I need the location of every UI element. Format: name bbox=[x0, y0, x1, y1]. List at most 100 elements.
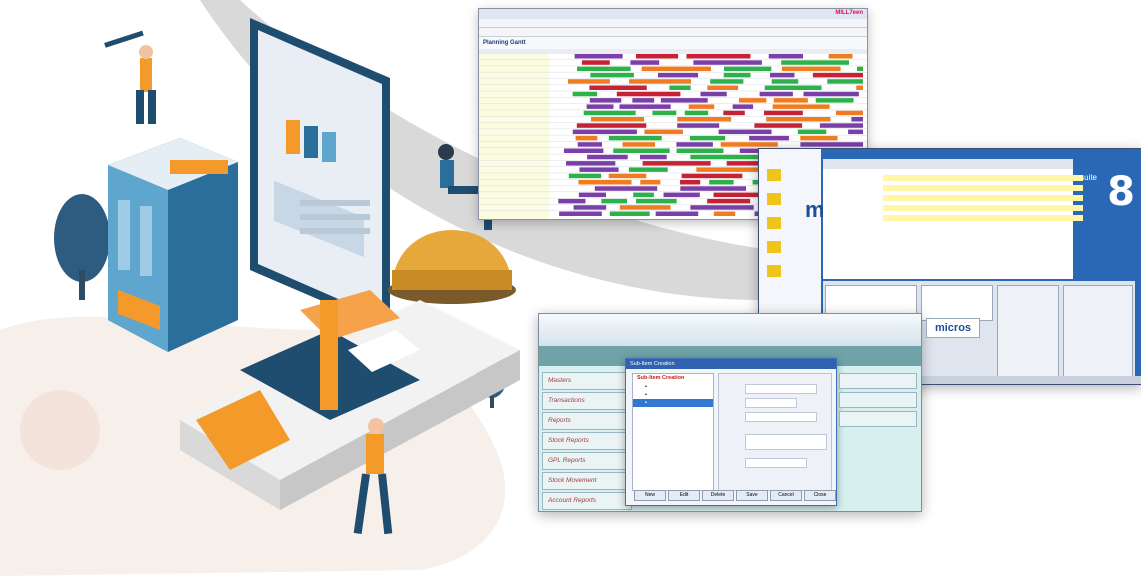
booking-bar[interactable] bbox=[578, 180, 632, 185]
tree-selected-node[interactable]: ▪ bbox=[633, 399, 713, 407]
booking-bar[interactable] bbox=[558, 198, 586, 204]
booking-bar[interactable] bbox=[677, 123, 720, 128]
booking-bar[interactable] bbox=[573, 205, 607, 210]
menu-item-stock-movement[interactable]: Stock Movement bbox=[542, 472, 632, 490]
booking-bar[interactable] bbox=[690, 154, 759, 160]
delete-button[interactable]: Delete bbox=[702, 490, 734, 501]
toolbar[interactable] bbox=[539, 314, 921, 347]
booking-bar[interactable] bbox=[572, 129, 637, 135]
booking-bar[interactable] bbox=[601, 198, 627, 204]
booking-bar[interactable] bbox=[628, 167, 668, 172]
booking-bar[interactable] bbox=[754, 123, 803, 128]
booking-bar[interactable] bbox=[579, 167, 619, 172]
booking-bar[interactable] bbox=[689, 135, 726, 141]
folder-icon[interactable] bbox=[767, 169, 781, 181]
booking-bar[interactable] bbox=[609, 211, 650, 217]
booking-bar[interactable] bbox=[713, 192, 759, 198]
booking-bar[interactable] bbox=[613, 148, 670, 154]
booking-bar[interactable] bbox=[827, 79, 863, 84]
booking-bar[interactable] bbox=[676, 142, 713, 147]
booking-bar[interactable] bbox=[640, 180, 661, 185]
booking-bar[interactable] bbox=[851, 117, 863, 122]
cancel-button[interactable]: Cancel bbox=[770, 490, 802, 501]
booking-bar[interactable] bbox=[769, 72, 795, 78]
form-field[interactable] bbox=[745, 458, 807, 468]
booking-bar[interactable] bbox=[815, 98, 854, 103]
report-icon[interactable] bbox=[767, 241, 781, 253]
booking-bar[interactable] bbox=[688, 104, 715, 109]
booking-bar[interactable] bbox=[690, 205, 754, 210]
booking-bar[interactable] bbox=[594, 186, 658, 191]
booking-bar[interactable] bbox=[652, 110, 677, 116]
menu-item-stock-reports[interactable]: Stock Reports bbox=[542, 432, 632, 450]
edit-button[interactable]: Edit bbox=[668, 490, 700, 501]
booking-bar[interactable] bbox=[800, 135, 838, 141]
booking-bar[interactable] bbox=[819, 123, 863, 128]
booking-bar[interactable] bbox=[642, 161, 711, 166]
booking-bar[interactable] bbox=[676, 148, 724, 154]
booking-bar[interactable] bbox=[657, 72, 699, 78]
booking-bar[interactable] bbox=[680, 186, 746, 191]
booking-bar[interactable] bbox=[619, 205, 671, 210]
booking-bar[interactable] bbox=[696, 167, 763, 172]
booking-bar[interactable] bbox=[655, 211, 699, 217]
booking-bar[interactable] bbox=[619, 104, 671, 109]
menu-item-account-reports[interactable]: Account Reports bbox=[542, 492, 632, 510]
booking-bar[interactable] bbox=[635, 54, 679, 59]
booking-bar[interactable] bbox=[567, 79, 610, 84]
guest-icon[interactable] bbox=[767, 217, 781, 229]
booking-bar[interactable] bbox=[586, 104, 614, 109]
save-button[interactable]: Save bbox=[736, 490, 768, 501]
settings-icon[interactable] bbox=[767, 265, 781, 277]
booking-bar[interactable] bbox=[707, 198, 751, 204]
booking-bar[interactable] bbox=[559, 211, 602, 217]
booking-bar[interactable] bbox=[681, 173, 743, 179]
form-field[interactable] bbox=[745, 434, 827, 450]
booking-bar[interactable] bbox=[763, 110, 803, 116]
booking-bar[interactable] bbox=[629, 79, 691, 84]
booking-bar[interactable] bbox=[583, 110, 636, 116]
booking-bar[interactable] bbox=[693, 60, 762, 65]
form-field[interactable] bbox=[745, 412, 817, 422]
booking-bar[interactable] bbox=[632, 98, 655, 103]
booking-bar[interactable] bbox=[738, 98, 767, 103]
booking-bar[interactable] bbox=[677, 117, 732, 122]
booking-bar[interactable] bbox=[781, 60, 849, 65]
booking-bar[interactable] bbox=[644, 129, 683, 135]
booking-bar[interactable] bbox=[622, 142, 656, 147]
booking-bar[interactable] bbox=[732, 104, 754, 109]
booking-bar[interactable] bbox=[723, 66, 772, 72]
booking-bar[interactable] bbox=[578, 192, 606, 198]
item-tree[interactable]: Sub-Item Creation ▪ ▪ ▪ bbox=[632, 373, 714, 491]
booking-bar[interactable] bbox=[781, 66, 841, 72]
booking-bar[interactable] bbox=[576, 123, 647, 128]
booking-bar[interactable] bbox=[768, 54, 803, 59]
booking-bar[interactable] bbox=[723, 72, 751, 78]
booking-bar[interactable] bbox=[581, 60, 610, 65]
booking-bar[interactable] bbox=[572, 91, 598, 97]
booking-bar[interactable] bbox=[856, 85, 863, 91]
booking-bar[interactable] bbox=[684, 110, 709, 116]
booking-bar[interactable] bbox=[590, 117, 645, 122]
booking-bar[interactable] bbox=[764, 85, 822, 91]
booking-bar[interactable] bbox=[720, 142, 778, 147]
booking-bar[interactable] bbox=[577, 142, 602, 147]
booking-bar[interactable] bbox=[575, 135, 598, 141]
booking-bar[interactable] bbox=[563, 148, 604, 154]
booking-bar[interactable] bbox=[663, 192, 700, 198]
booking-bar[interactable] bbox=[771, 79, 799, 84]
booking-bar[interactable] bbox=[700, 91, 727, 97]
booking-bar[interactable] bbox=[773, 98, 808, 103]
booking-bar[interactable] bbox=[723, 110, 745, 116]
booking-bar[interactable] bbox=[589, 85, 647, 91]
close-button[interactable]: Close bbox=[804, 490, 836, 501]
reservation-grid[interactable] bbox=[823, 159, 1083, 279]
booking-bar[interactable] bbox=[680, 180, 701, 185]
booking-bar[interactable] bbox=[616, 91, 681, 97]
booking-bar[interactable] bbox=[641, 66, 711, 72]
booking-bar[interactable] bbox=[630, 60, 660, 65]
booking-bar[interactable] bbox=[660, 98, 708, 103]
menu-item-gpl-reports[interactable]: GPL Reports bbox=[542, 452, 632, 470]
booking-bar[interactable] bbox=[633, 192, 654, 198]
booking-bar[interactable] bbox=[587, 154, 628, 160]
